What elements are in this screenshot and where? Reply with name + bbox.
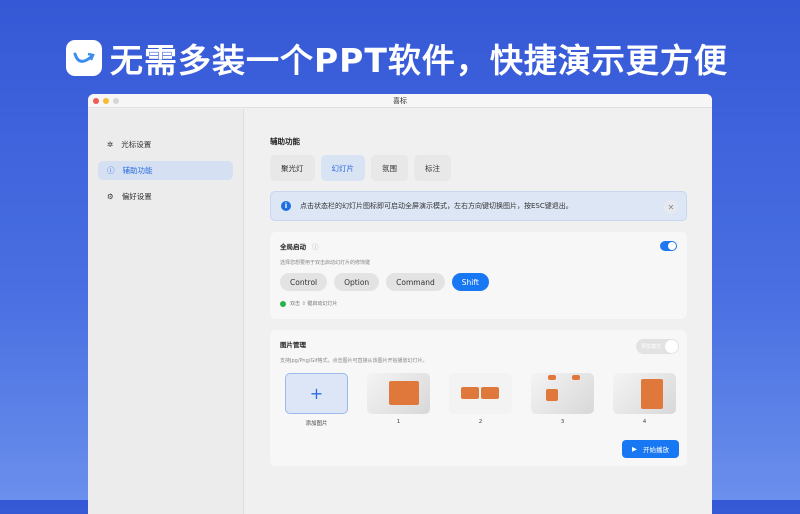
close-icon[interactable]: ✕ [664,200,678,214]
tab-spotlight[interactable]: 聚光灯 [270,155,315,181]
check-icon [280,300,286,307]
sparkle-icon: ✲ [107,140,114,149]
card-subtitle: 选择您想要用于双击启动幻灯片的修饰键 [280,260,371,266]
card-title: 图片管理 [280,341,306,349]
image-thumbnail[interactable]: 4 [613,373,676,427]
headline: 无需多装一个PPT软件，快捷演示更方便 [110,41,728,80]
sidebar-item-preferences[interactable]: ⚙ 偏好设置 [98,187,233,206]
sidebar-item-label: 光标设置 [121,140,152,149]
close-window-button[interactable] [93,98,99,104]
image-thumbnail[interactable]: 2 [449,373,512,427]
key-command[interactable]: Command [386,273,445,291]
sidebar-item-cursor[interactable]: ✲ 光标设置 [98,135,233,154]
minimize-window-button[interactable] [103,98,109,104]
image-thumbnail[interactable]: 1 [367,373,430,427]
app-logo-icon [66,40,102,76]
image-number: 1 [396,419,401,425]
sidebar: ✲ 光标设置 ⓘ 辅助功能 ⚙ 偏好设置 [88,109,244,514]
hint-text: 双击 ⇧ 键启动幻灯片 [290,301,338,307]
add-image-label: 添加图片 [305,421,328,427]
tab-slideshow[interactable]: 幻灯片 [320,155,365,181]
info-banner: i 点击状态栏的幻灯片图标即可启动全屏演示模式，左右方向键切换图片，按ESC键退… [270,191,687,221]
app-window: 喜标 ✲ 光标设置 ⓘ 辅助功能 ⚙ 偏好设置 辅助功能 聚光灯 幻灯片 氛围 标注 … [88,94,712,514]
image-number: 2 [478,419,483,425]
title-bar: 喜标 [88,94,712,108]
tab-annotate[interactable]: 标注 [414,155,451,181]
info-text: 点击状态栏的幻灯片图标即可启动全屏演示模式，左右方向键切换图片，按ESC键退出。 [300,202,573,210]
play-label: 开始播放 [643,446,669,454]
window-title: 喜标 [393,97,407,105]
image-number: 3 [560,419,565,425]
zoom-window-button[interactable] [113,98,119,104]
tab-ambience[interactable]: 氛围 [371,155,408,181]
gear-icon: ⚙ [107,192,114,201]
info-icon: i [281,201,291,211]
toggle-label: 预览模式 [641,344,662,350]
promo-banner: 无需多装一个PPT软件，快捷演示更方便 [66,34,728,82]
sidebar-item-accessibility[interactable]: ⓘ 辅助功能 [98,161,233,180]
sidebar-item-label: 偏好设置 [121,192,152,201]
add-image-button[interactable]: + 添加图片 [285,373,348,427]
key-control[interactable]: Control [280,273,328,291]
plus-icon: + [285,373,348,414]
global-launch-card: 全局启动 ⓘ 选择您想要用于双击启动幻灯片的修饰键 Control Option … [270,232,687,319]
image-number: 4 [642,419,647,425]
help-icon[interactable]: ⓘ [312,241,319,251]
key-shift[interactable]: Shift [451,273,489,291]
global-launch-toggle[interactable] [660,241,677,251]
image-management-card: 图片管理 预览模式 支持Jpg/Png/Gif格式，点击图片可直接从该图片开始播… [270,330,687,466]
tab-bar: 聚光灯 幻灯片 氛围 标注 [270,155,687,181]
key-option[interactable]: Option [334,273,380,291]
start-playback-button[interactable]: ▶ 开始播放 [622,440,679,458]
preview-mode-toggle[interactable]: 预览模式 [636,339,679,354]
section-title: 辅助功能 [270,137,300,146]
main-content: 辅助功能 聚光灯 幻灯片 氛围 标注 i 点击状态栏的幻灯片图标即可启动全屏演示… [245,109,712,514]
play-icon: ▶ [632,445,637,453]
sidebar-item-label: 辅助功能 [122,166,153,175]
accessibility-icon: ⓘ [107,166,115,175]
image-thumbnail[interactable]: 3 [531,373,594,427]
card-subtitle: 支持Jpg/Png/Gif格式，点击图片可直接从该图片开始播放幻灯片。 [280,358,428,364]
modifier-key-selector: Control Option Command Shift [280,273,677,291]
card-title: 全局启动 [280,243,306,251]
